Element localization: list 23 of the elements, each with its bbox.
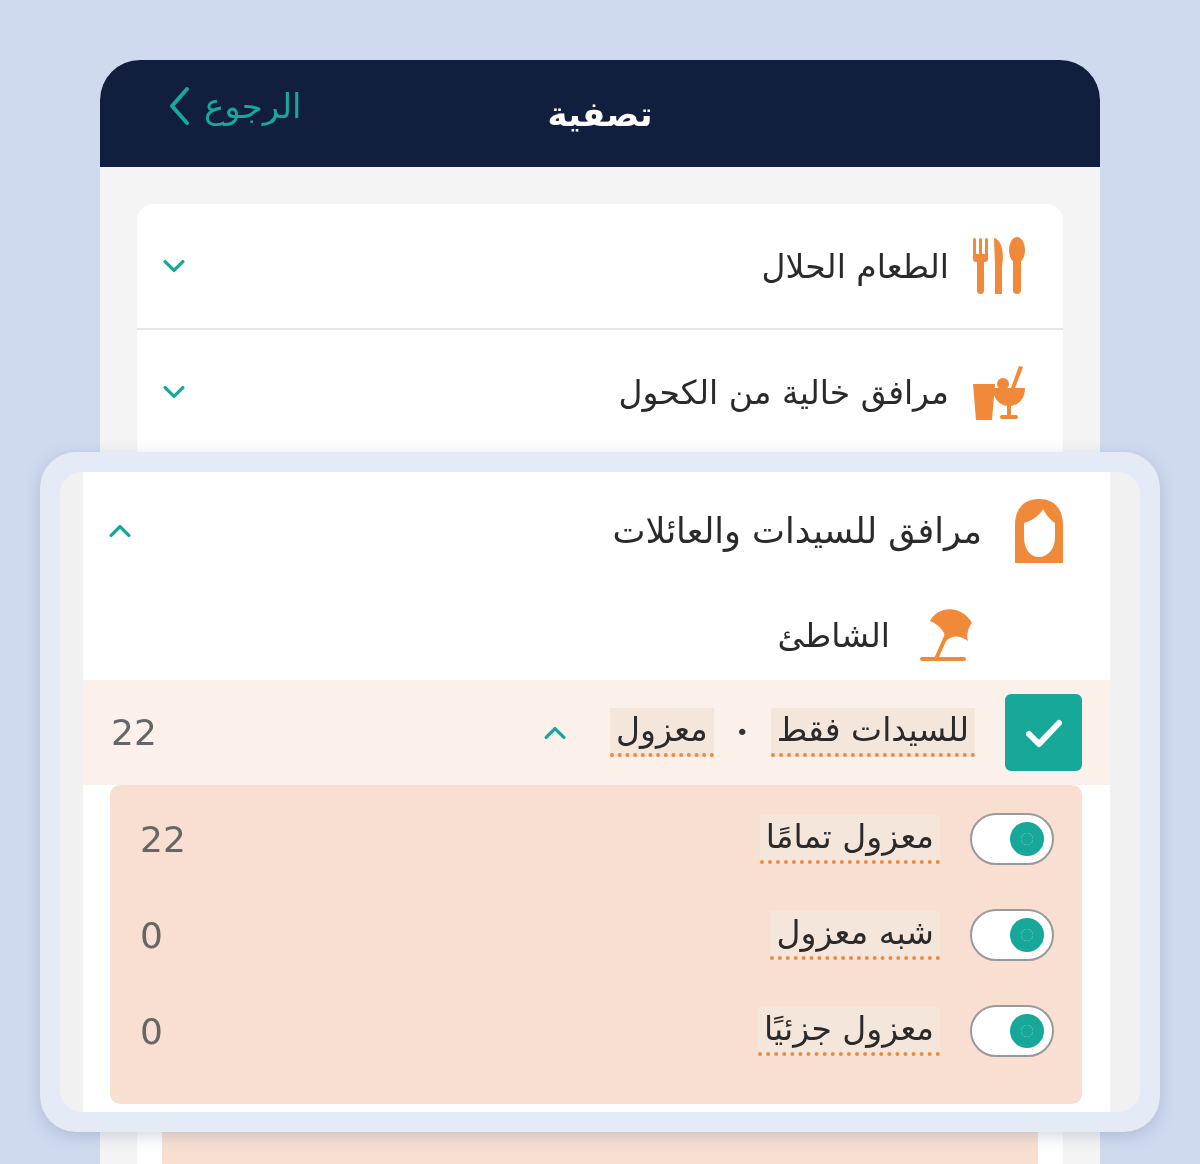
back-chevron-icon (168, 86, 190, 126)
category-label[interactable]: الطعام الحلال (761, 246, 949, 286)
cutlery-icon (971, 236, 1027, 296)
screen-title: تصفية (547, 93, 653, 134)
checkbox[interactable] (1005, 694, 1082, 771)
toggle-switch[interactable] (970, 813, 1054, 865)
category-label[interactable]: مرافق خالية من الكحول (618, 372, 949, 412)
result-count: 0 (140, 1010, 163, 1052)
option-tag: للسيدات فقط (770, 708, 975, 757)
result-count: 22 (111, 712, 157, 753)
option-tag: معزول (610, 708, 714, 757)
result-count: 0 (140, 914, 163, 956)
toggle-switch[interactable] (970, 909, 1054, 961)
back-button[interactable]: الرجوع (168, 86, 302, 126)
subcategory-label: الشاطئ (777, 615, 890, 655)
woman-icon (1012, 497, 1066, 565)
result-count: 22 (140, 818, 186, 860)
option-tag: معزول جزئيًا (758, 1006, 940, 1056)
option-tag: معزول تمامًا (759, 814, 940, 864)
option-tag: شبه معزول (770, 910, 940, 960)
toggle-switch[interactable] (970, 1005, 1054, 1057)
separator-dot: • (735, 720, 749, 745)
category-label[interactable]: مرافق للسيدات والعائلات (612, 511, 982, 551)
